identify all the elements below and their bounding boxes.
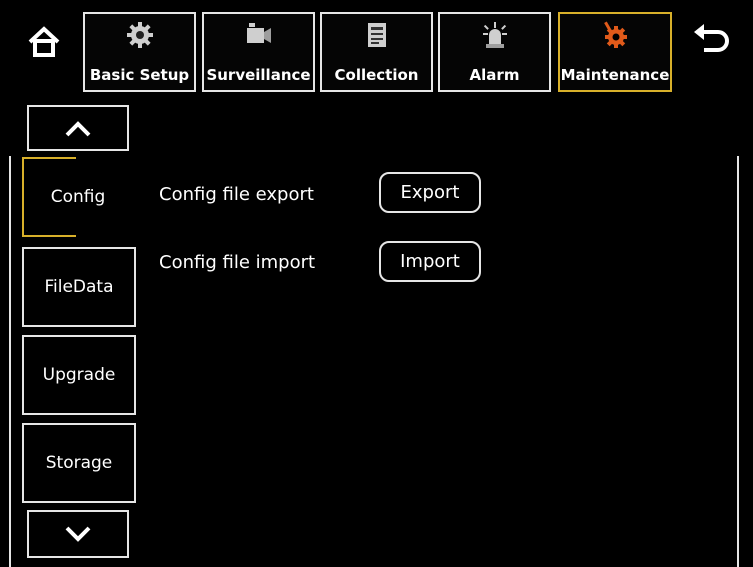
tab-label: Surveillance (206, 66, 311, 84)
sidebar-item-config[interactable]: Config (22, 157, 134, 237)
tab-label: Maintenance (560, 66, 670, 84)
document-icon (367, 23, 386, 47)
config-export-label: Config file export (159, 184, 314, 205)
sidebar-item-label: Config (50, 187, 106, 207)
siren-icon (482, 22, 507, 48)
tab-label: Collection (334, 66, 419, 84)
tab-alarm[interactable]: Alarm (438, 12, 551, 92)
tab-label: Alarm (469, 66, 520, 84)
sidebar-item-storage[interactable]: Storage (22, 423, 136, 503)
tab-maintenance[interactable]: Maintenance (558, 12, 672, 92)
device-screen: Basic Setup Surveillance Collection Alar… (0, 0, 753, 567)
scroll-up-button[interactable] (27, 105, 129, 151)
sidebar-item-filedata[interactable]: FileData (22, 247, 136, 327)
tab-basic-setup[interactable]: Basic Setup (83, 12, 196, 92)
export-button[interactable]: Export (379, 172, 481, 213)
chevron-up-icon (65, 121, 91, 137)
sidebar-item-label: FileData (44, 277, 114, 297)
active-bracket-left (22, 157, 24, 237)
active-bracket-bottom (22, 235, 76, 237)
tab-collection[interactable]: Collection (320, 12, 433, 92)
tab-label: Basic Setup (89, 66, 190, 84)
import-button[interactable]: Import (379, 241, 481, 282)
back-button[interactable] (690, 20, 732, 62)
back-arrow-icon (694, 24, 729, 52)
scroll-down-button[interactable] (27, 510, 129, 558)
left-frame-line (9, 156, 11, 567)
camera-icon (246, 23, 271, 43)
sidebar-item-label: Storage (45, 453, 113, 473)
home-icon (28, 26, 60, 57)
right-frame-line (737, 156, 739, 567)
gear-icon (126, 22, 153, 48)
gear-orange-icon (604, 21, 627, 48)
active-bracket-top (22, 157, 76, 159)
chevron-down-icon (65, 526, 91, 542)
config-import-label: Config file import (159, 252, 316, 273)
sidebar-item-upgrade[interactable]: Upgrade (22, 335, 136, 415)
tab-surveillance[interactable]: Surveillance (202, 12, 315, 92)
sidebar-item-label: Upgrade (42, 365, 116, 385)
home-button[interactable] (24, 22, 64, 62)
